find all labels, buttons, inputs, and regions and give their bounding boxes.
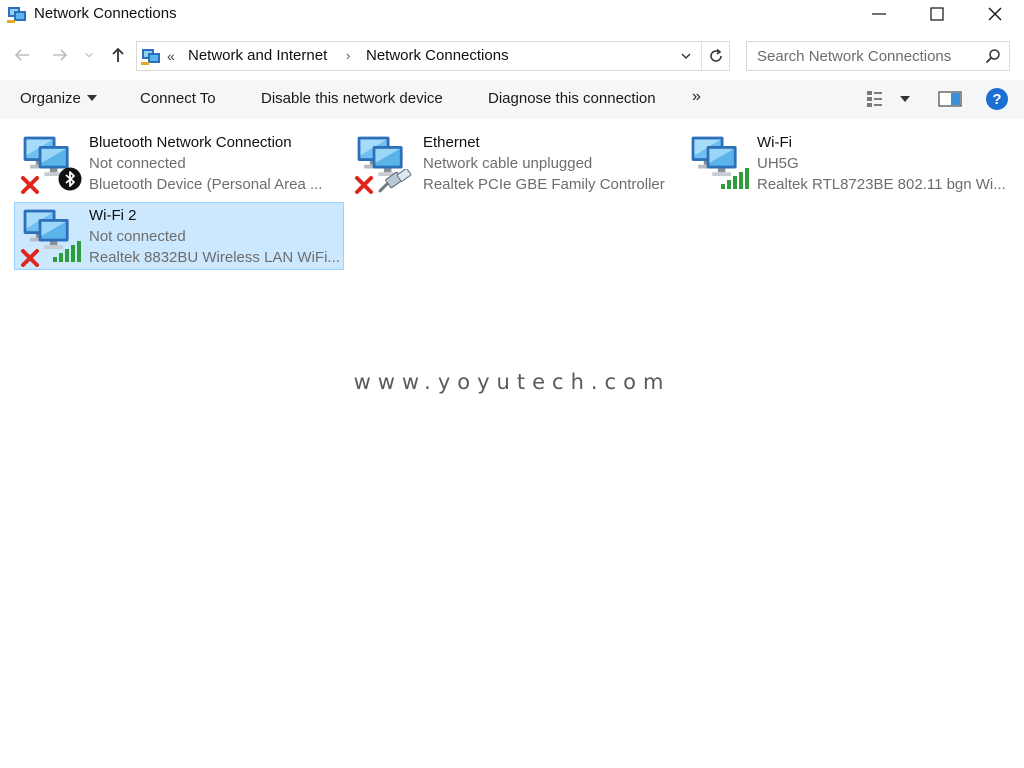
address-bar[interactable]: « Network and Internet › Network Connect…	[136, 41, 730, 71]
address-dropdown-button[interactable]	[673, 42, 699, 70]
back-button[interactable]	[11, 43, 33, 67]
connection-item-bluetooth[interactable]: Bluetooth Network Connection Not connect…	[14, 129, 344, 197]
signal-bars-icon	[52, 241, 82, 263]
connection-item-ethernet[interactable]: Ethernet Network cable unplugged Realtek…	[348, 129, 678, 197]
disconnected-x-icon	[354, 175, 374, 195]
bluetooth-icon	[58, 167, 82, 191]
breadcrumb-network-and-internet[interactable]: Network and Internet	[188, 47, 327, 64]
caret-down-icon	[900, 96, 910, 102]
caret-down-icon	[86, 95, 97, 101]
more-views-button[interactable]	[898, 88, 910, 110]
connection-device: Realtek PCIe GBE Family Controller	[423, 176, 665, 193]
preview-pane-button[interactable]	[938, 88, 962, 110]
connection-name: Wi-Fi 2	[89, 207, 137, 224]
connect-to-button[interactable]: Connect To	[140, 90, 216, 107]
minimize-button[interactable]	[850, 0, 908, 28]
preview-pane-icon	[938, 91, 962, 107]
address-row: « Network and Internet › Network Connect…	[0, 38, 1024, 74]
breadcrumb-network-connections[interactable]: Network Connections	[366, 47, 509, 64]
connection-name: Wi-Fi	[757, 134, 792, 151]
connection-item-wifi-2[interactable]: Wi-Fi 2 Not connected Realtek 8832BU Wir…	[14, 202, 344, 270]
refresh-icon	[709, 48, 722, 62]
command-bar: Organize Connect To Disable this network…	[0, 80, 1024, 118]
change-view-button[interactable]	[866, 88, 888, 110]
connection-status: UH5G	[757, 155, 799, 172]
help-button[interactable]: ?	[986, 88, 1008, 110]
breadcrumb-overflow[interactable]: «	[167, 48, 175, 64]
connection-device: Realtek RTL8723BE 802.11 bgn Wi...	[757, 176, 1006, 193]
maximize-button[interactable]	[908, 0, 966, 28]
title-bar: Network Connections	[0, 0, 1024, 30]
maximize-icon	[930, 7, 944, 21]
window-title: Network Connections	[34, 5, 177, 22]
close-icon	[988, 7, 1002, 21]
search-box[interactable]	[746, 41, 1010, 71]
connection-device: Realtek 8832BU Wireless LAN WiFi...	[89, 249, 339, 266]
disconnected-x-icon	[20, 175, 40, 195]
network-connections-icon	[141, 46, 161, 66]
breadcrumb-separator-icon[interactable]: ›	[346, 48, 350, 63]
signal-bars-icon	[720, 168, 750, 190]
connection-name: Bluetooth Network Connection	[89, 134, 292, 151]
arrow-up-icon	[112, 47, 124, 62]
recent-locations-button[interactable]	[81, 43, 97, 67]
connection-status: Not connected	[89, 155, 186, 172]
chevron-down-icon	[85, 52, 93, 58]
refresh-button[interactable]	[701, 42, 729, 70]
arrow-right-icon	[53, 49, 68, 61]
close-button[interactable]	[966, 0, 1024, 28]
connection-item-wifi[interactable]: Wi-Fi UH5G Realtek RTL8723BE 802.11 bgn …	[682, 129, 1012, 197]
arrow-left-icon	[14, 49, 29, 61]
connection-name: Ethernet	[423, 134, 480, 151]
search-icon[interactable]	[985, 48, 1001, 64]
details-view-icon	[867, 91, 882, 107]
more-commands-button[interactable]: »	[692, 88, 701, 106]
connection-status: Not connected	[89, 228, 186, 245]
network-connections-icon	[7, 4, 27, 24]
connection-status: Network cable unplugged	[423, 155, 593, 172]
ethernet-cable-icon	[378, 169, 414, 193]
watermark: www.yoyutech.com	[353, 370, 671, 394]
minimize-icon	[872, 13, 886, 15]
chevron-down-icon	[681, 53, 691, 59]
diagnose-connection-button[interactable]: Diagnose this connection	[488, 90, 656, 107]
search-input[interactable]	[747, 42, 981, 70]
disconnected-x-icon	[20, 248, 40, 268]
up-button[interactable]	[107, 43, 129, 67]
organize-button[interactable]: Organize	[20, 90, 97, 107]
connection-device: Bluetooth Device (Personal Area ...	[89, 176, 323, 193]
disable-device-button[interactable]: Disable this network device	[261, 90, 443, 107]
forward-button[interactable]	[49, 43, 71, 67]
